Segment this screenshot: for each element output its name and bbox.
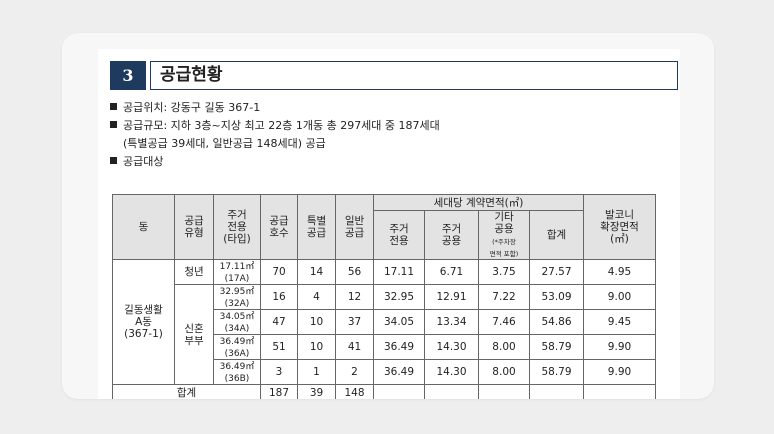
total-cell: 58.79 [529, 334, 584, 360]
area-cell: 34.05㎡ (34A) [213, 309, 261, 335]
area-cell: 36.49㎡ (36B) [213, 359, 261, 385]
balcony-cell: 9.00 [583, 284, 656, 310]
special-cell: 1 [297, 359, 336, 385]
common-cell: 14.30 [424, 359, 479, 385]
table-sum-row: 합계 187 39 148 [112, 384, 656, 399]
header-housing-area: 주거 전용 (타입) [213, 194, 261, 260]
total-cell: 53.09 [529, 284, 584, 310]
other-cell: 8.00 [478, 334, 530, 360]
scale-text: 공급규모: 지하 3층~지상 최고 22층 1개동 총 297세대 중 187세… [123, 119, 440, 132]
sum-special-cell: 39 [297, 384, 336, 399]
common-cell: 12.91 [424, 284, 479, 310]
header-special: 특별 공급 [297, 194, 336, 260]
table-row: 길동생활 A동 (367-1) 청년 17.11㎡ (17A) 70 14 56 17… [112, 259, 656, 385]
scale-detail-text: (특별공급 39세대, 일반공급 148세대) 공급 [123, 137, 326, 150]
balcony-cell: 9.90 [583, 334, 656, 360]
location-text: 공급위치: 강동구 길동 367-1 [123, 101, 261, 114]
header-dong: 동 [112, 194, 175, 260]
private-cell: 32.95 [373, 284, 425, 310]
general-cell: 2 [335, 359, 374, 385]
section-header: 3 공급현황 [110, 61, 678, 90]
special-cell: 14 [297, 259, 336, 285]
area-cell: 36.49㎡ (36A) [213, 334, 261, 360]
private-cell: 36.49 [373, 334, 425, 360]
general-cell: 37 [335, 309, 374, 335]
units-cell: 16 [260, 284, 298, 310]
bullet-target: 공급대상 [110, 155, 163, 169]
other-cell: 3.75 [478, 259, 530, 285]
common-cell: 13.34 [424, 309, 479, 335]
document-card: 3 공급현황 공급위치: 강동구 길동 367-1 공급규모: 지하 3층~지상… [62, 33, 714, 399]
empty-cell [478, 384, 530, 399]
sum-label-cell: 합계 [112, 384, 261, 399]
empty-cell [583, 384, 656, 399]
target-text: 공급대상 [123, 155, 164, 168]
header-other-common: 기타 공용 (*주차장 면적 포함) [478, 210, 530, 260]
units-cell: 47 [260, 309, 298, 335]
units-cell: 3 [260, 359, 298, 385]
common-cell: 6.71 [424, 259, 479, 285]
private-cell: 34.05 [373, 309, 425, 335]
square-bullet-icon [110, 103, 117, 110]
special-cell: 10 [297, 334, 336, 360]
header-units: 공급 호수 [260, 194, 298, 260]
units-cell: 51 [260, 334, 298, 360]
special-cell: 4 [297, 284, 336, 310]
area-cell: 32.95㎡ (32A) [213, 284, 261, 310]
header-general: 일반 공급 [335, 194, 374, 260]
section-title: 공급현황 [150, 61, 678, 90]
total-cell: 54.86 [529, 309, 584, 335]
units-cell: 70 [260, 259, 298, 285]
square-bullet-icon [110, 121, 117, 128]
private-cell: 36.49 [373, 359, 425, 385]
other-cell: 7.22 [478, 284, 530, 310]
header-balcony: 발코니 확장면적 (㎡) [583, 194, 656, 260]
empty-cell [529, 384, 584, 399]
document-page: 3 공급현황 공급위치: 강동구 길동 367-1 공급규모: 지하 3층~지상… [98, 49, 680, 399]
total-cell: 58.79 [529, 359, 584, 385]
balcony-cell: 9.45 [583, 309, 656, 335]
type-youth-cell: 청년 [174, 259, 214, 285]
general-cell: 41 [335, 334, 374, 360]
supply-table: 동 공급 유형 주거 전용 (타입) 공급 호수 특별 공급 일반 공급 세대당 계약면적(… [112, 194, 656, 399]
other-cell: 8.00 [478, 359, 530, 385]
dong-name-cell: 길동생활 A동 (367-1) [112, 259, 175, 385]
empty-cell [373, 384, 425, 399]
other-cell: 7.46 [478, 309, 530, 335]
table-header-row: 동 공급 유형 주거 전용 (타입) 공급 호수 특별 공급 일반 공급 세대당 계약면적(… [112, 194, 656, 260]
bullet-location: 공급위치: 강동구 길동 367-1 [110, 101, 260, 115]
square-bullet-icon [110, 157, 117, 164]
total-cell: 27.57 [529, 259, 584, 285]
general-cell: 12 [335, 284, 374, 310]
header-total: 합계 [529, 210, 584, 260]
header-common: 주거 공용 [424, 210, 479, 260]
section-number: 3 [110, 61, 146, 90]
area-cell: 17.11㎡ (17A) [213, 259, 261, 285]
header-private: 주거 전용 [373, 210, 425, 260]
balcony-cell: 4.95 [583, 259, 656, 285]
empty-cell [424, 384, 479, 399]
bullet-scale: 공급규모: 지하 3층~지상 최고 22층 1개동 총 297세대 중 187세… [110, 119, 440, 133]
general-cell: 56 [335, 259, 374, 285]
type-newlywed-cell: 신혼 부부 [174, 284, 214, 385]
header-supply-type: 공급 유형 [174, 194, 214, 260]
sum-general-cell: 148 [335, 384, 374, 399]
table-row: 신혼 부부 32.95㎡ (32A) 16 4 12 32.95 12.91 7.2… [113, 284, 656, 385]
common-cell: 14.30 [424, 334, 479, 360]
special-cell: 10 [297, 309, 336, 335]
sum-units-cell: 187 [260, 384, 298, 399]
private-cell: 17.11 [373, 259, 425, 285]
balcony-cell: 9.90 [583, 359, 656, 385]
header-per-unit-area: 세대당 계약면적(㎡) [373, 194, 584, 211]
